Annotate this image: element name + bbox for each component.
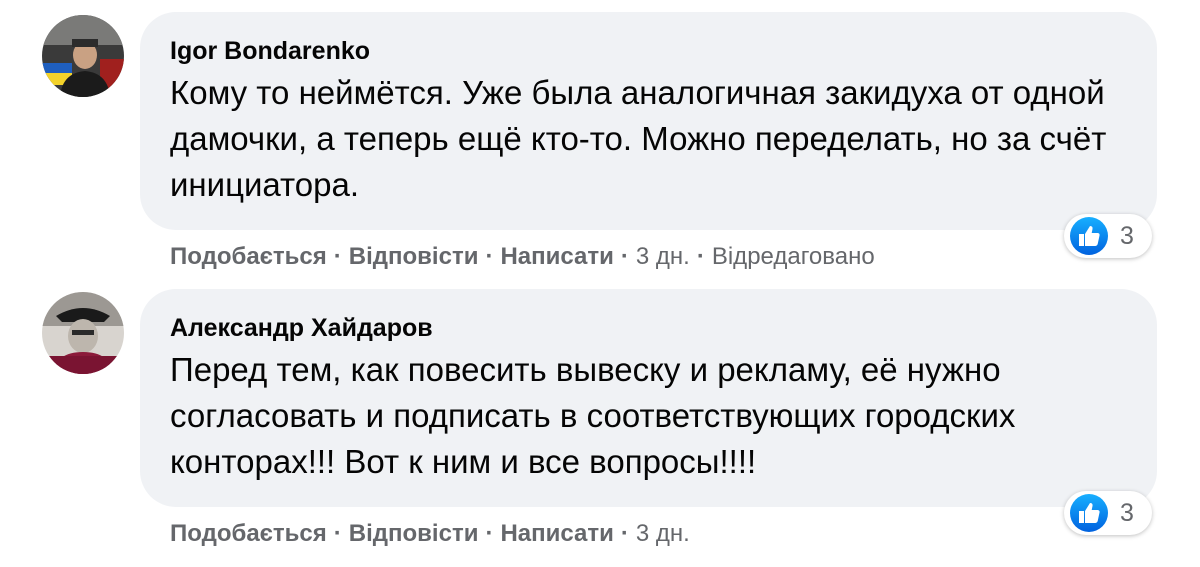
comment-text: Перед тем, как повесить вывеску и реклам… — [170, 351, 1016, 480]
reaction-counter[interactable]: 3 — [1064, 214, 1152, 258]
avatar[interactable] — [42, 15, 124, 97]
reaction-count: 3 — [1120, 221, 1134, 250]
comment-author[interactable]: Александр Хайдаров — [170, 313, 1127, 343]
reply-link[interactable]: Відповісти — [349, 520, 479, 547]
like-link[interactable]: Подобається — [170, 520, 327, 547]
separator: · — [696, 243, 705, 270]
write-link[interactable]: Написати — [500, 520, 613, 547]
like-link[interactable]: Подобається — [170, 243, 327, 270]
like-icon — [1070, 494, 1108, 532]
comment-timestamp[interactable]: 3 дн. — [636, 520, 690, 547]
reply-link[interactable]: Відповісти — [349, 243, 479, 270]
comment-bubble: Igor Bondarenko Кому то неймётся. Уже бы… — [140, 12, 1157, 230]
comment-actions: Подобається · Відповісти · Написати · 3 дн. — [170, 519, 690, 549]
separator: · — [485, 520, 494, 547]
comment-actions: Подобається · Відповісти · Написати · 3 дн. · Ві… — [170, 242, 875, 272]
comment-timestamp[interactable]: 3 дн. — [636, 243, 690, 270]
separator: · — [333, 520, 342, 547]
comment-bubble: Александр Хайдаров Перед тем, как повеси… — [140, 289, 1157, 507]
avatar[interactable] — [42, 292, 124, 374]
reaction-count: 3 — [1120, 498, 1134, 527]
reaction-counter[interactable]: 3 — [1064, 491, 1152, 535]
separator: · — [620, 520, 629, 547]
separator: · — [620, 243, 629, 270]
avatar-image — [42, 292, 124, 374]
comment-text: Кому то неймётся. Уже была аналогичная з… — [170, 74, 1107, 203]
edited-label[interactable]: Відредаговано — [712, 243, 875, 270]
like-icon — [1070, 217, 1108, 255]
separator: · — [333, 243, 342, 270]
comment-author[interactable]: Igor Bondarenko — [170, 36, 1127, 66]
separator: · — [485, 243, 494, 270]
avatar-image — [42, 15, 124, 97]
write-link[interactable]: Написати — [500, 243, 613, 270]
